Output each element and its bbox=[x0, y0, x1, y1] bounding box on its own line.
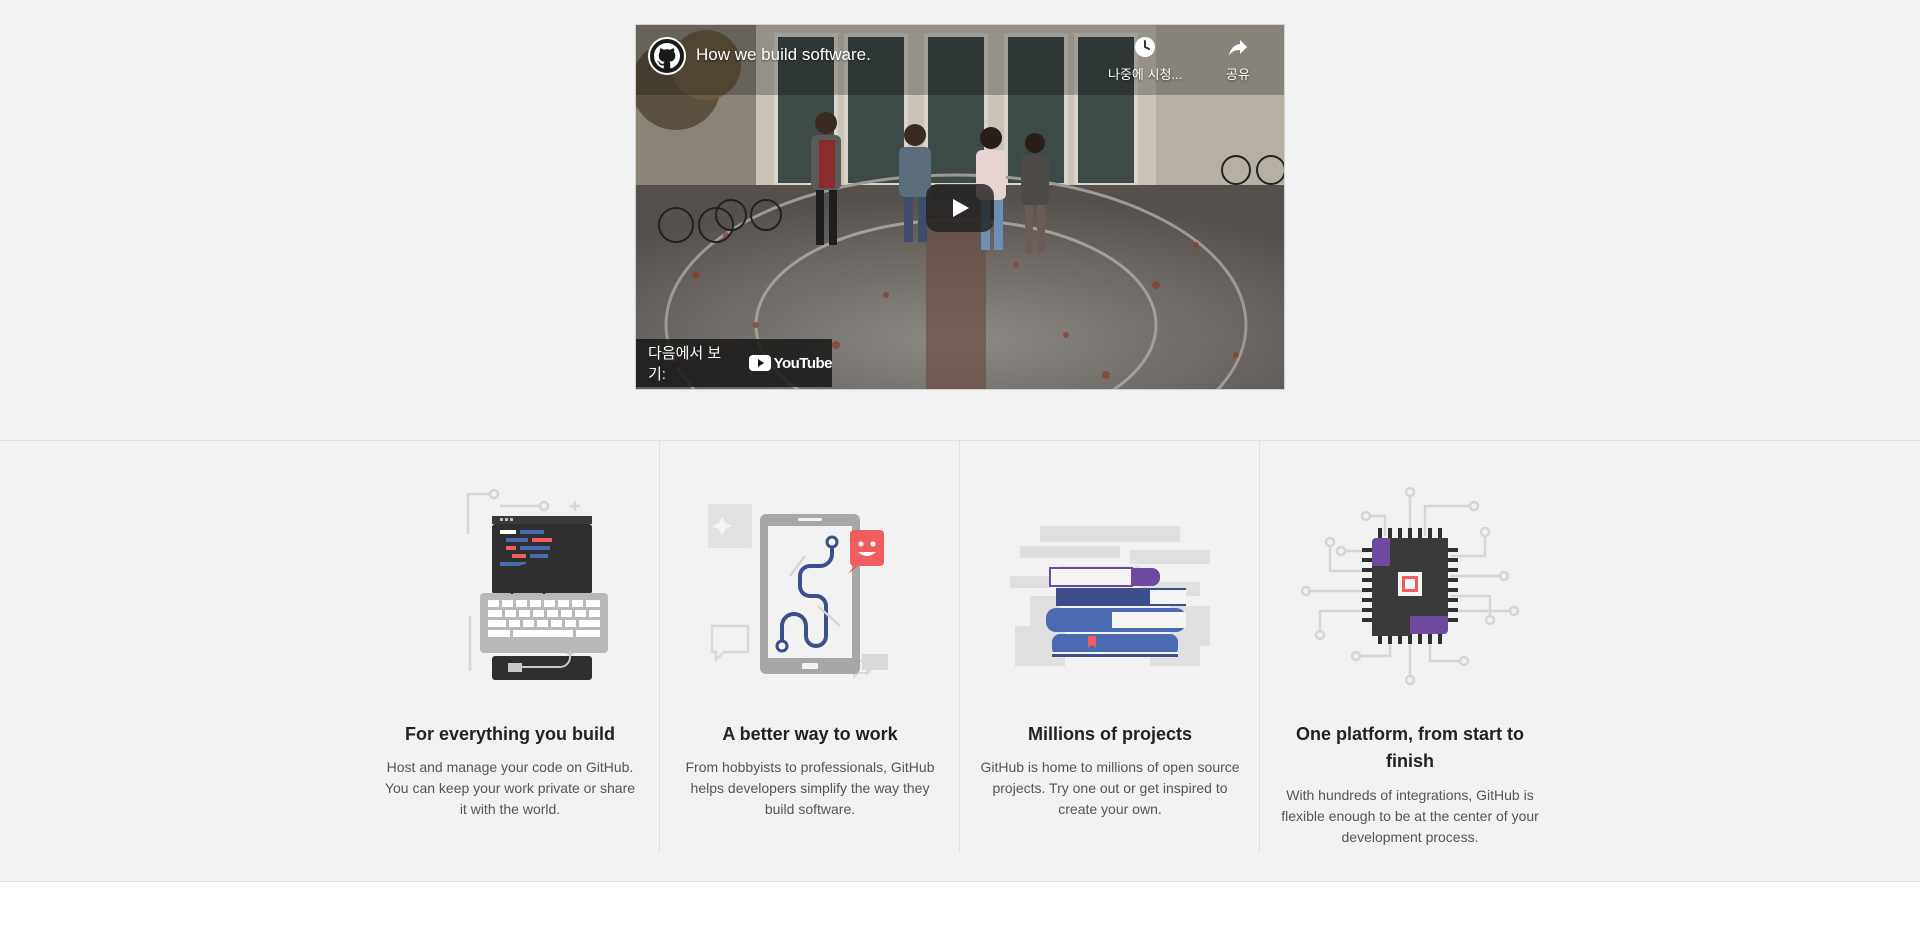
feature-description: GitHub is home to millions of open sourc… bbox=[980, 759, 1240, 817]
chip-circuit-icon bbox=[1300, 486, 1520, 686]
next-section bbox=[0, 882, 1920, 948]
watch-later-button[interactable]: 나중에 시청... bbox=[1108, 35, 1182, 83]
youtube-video-embed[interactable]: How we build software. 나중에 시청... 공유 다음에서… bbox=[635, 24, 1285, 390]
feature-title: One platform, from start to finish bbox=[1295, 724, 1524, 771]
github-octocat-icon bbox=[654, 43, 680, 69]
clock-icon bbox=[1135, 37, 1156, 57]
keyboard-terminal-icon bbox=[466, 488, 608, 680]
features-section: For everything you build Host and manage… bbox=[0, 440, 1920, 882]
play-icon bbox=[953, 199, 969, 217]
feature-card-work: A better way to work From hobbyists to p… bbox=[660, 441, 960, 855]
watch-on-label: 다음에서 보기: bbox=[648, 345, 722, 383]
feature-title: A better way to work bbox=[722, 724, 898, 744]
video-title[interactable]: How we build software. bbox=[696, 45, 871, 65]
play-button[interactable] bbox=[926, 184, 994, 232]
share-button[interactable]: 공유 bbox=[1226, 35, 1250, 83]
youtube-logo: YouTube bbox=[748, 354, 833, 372]
feature-card-projects: Millions of projects GitHub is home to m… bbox=[960, 441, 1260, 855]
share-label: 공유 bbox=[1226, 67, 1250, 82]
youtube-play-icon bbox=[748, 355, 771, 371]
feature-description: From hobbyists to professionals, GitHub … bbox=[685, 759, 935, 817]
github-channel-avatar[interactable] bbox=[648, 37, 686, 75]
feature-card-platform: One platform, from start to finish With … bbox=[1260, 441, 1560, 855]
watch-later-label: 나중에 시청... bbox=[1108, 67, 1183, 82]
youtube-wordmark: YouTube bbox=[773, 354, 833, 372]
feature-card-build: For everything you build Host and manage… bbox=[360, 441, 660, 855]
tablet-path-icon bbox=[708, 504, 888, 680]
feature-description: Host and manage your code on GitHub. You… bbox=[384, 759, 636, 817]
feature-description: With hundreds of integrations, GitHub is… bbox=[1281, 787, 1539, 845]
feature-title: Millions of projects bbox=[1027, 724, 1192, 744]
books-stack-icon bbox=[1010, 526, 1210, 666]
share-arrow-icon bbox=[1229, 40, 1247, 56]
feature-title: For everything you build bbox=[404, 724, 615, 744]
watch-on-youtube-button[interactable]: 다음에서 보기: YouTube bbox=[636, 339, 833, 387]
